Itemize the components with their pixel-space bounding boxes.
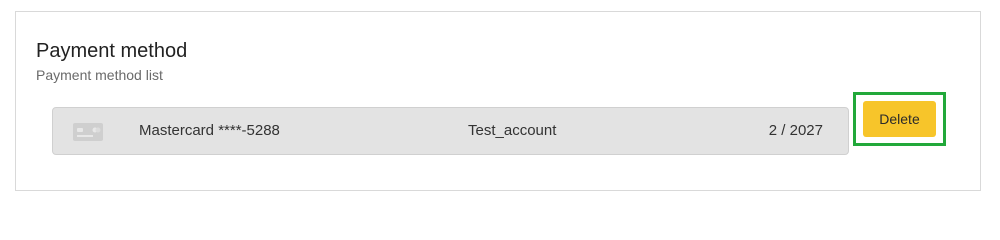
credit-card-icon — [73, 123, 103, 141]
card-name: Mastercard ****-5288 — [139, 122, 280, 139]
card-account: Test_account — [468, 122, 557, 139]
section-subtitle: Payment method list — [36, 67, 163, 83]
payment-method-row: Mastercard ****-5288 Test_account 2 / 20… — [52, 107, 849, 155]
section-title: Payment method — [36, 40, 188, 62]
delete-button[interactable]: Delete — [863, 101, 936, 137]
payment-method-panel: Payment method Payment method list Maste… — [15, 11, 981, 191]
delete-button-highlight: Delete — [853, 92, 946, 146]
card-expiry: 2 / 2027 — [768, 122, 823, 139]
